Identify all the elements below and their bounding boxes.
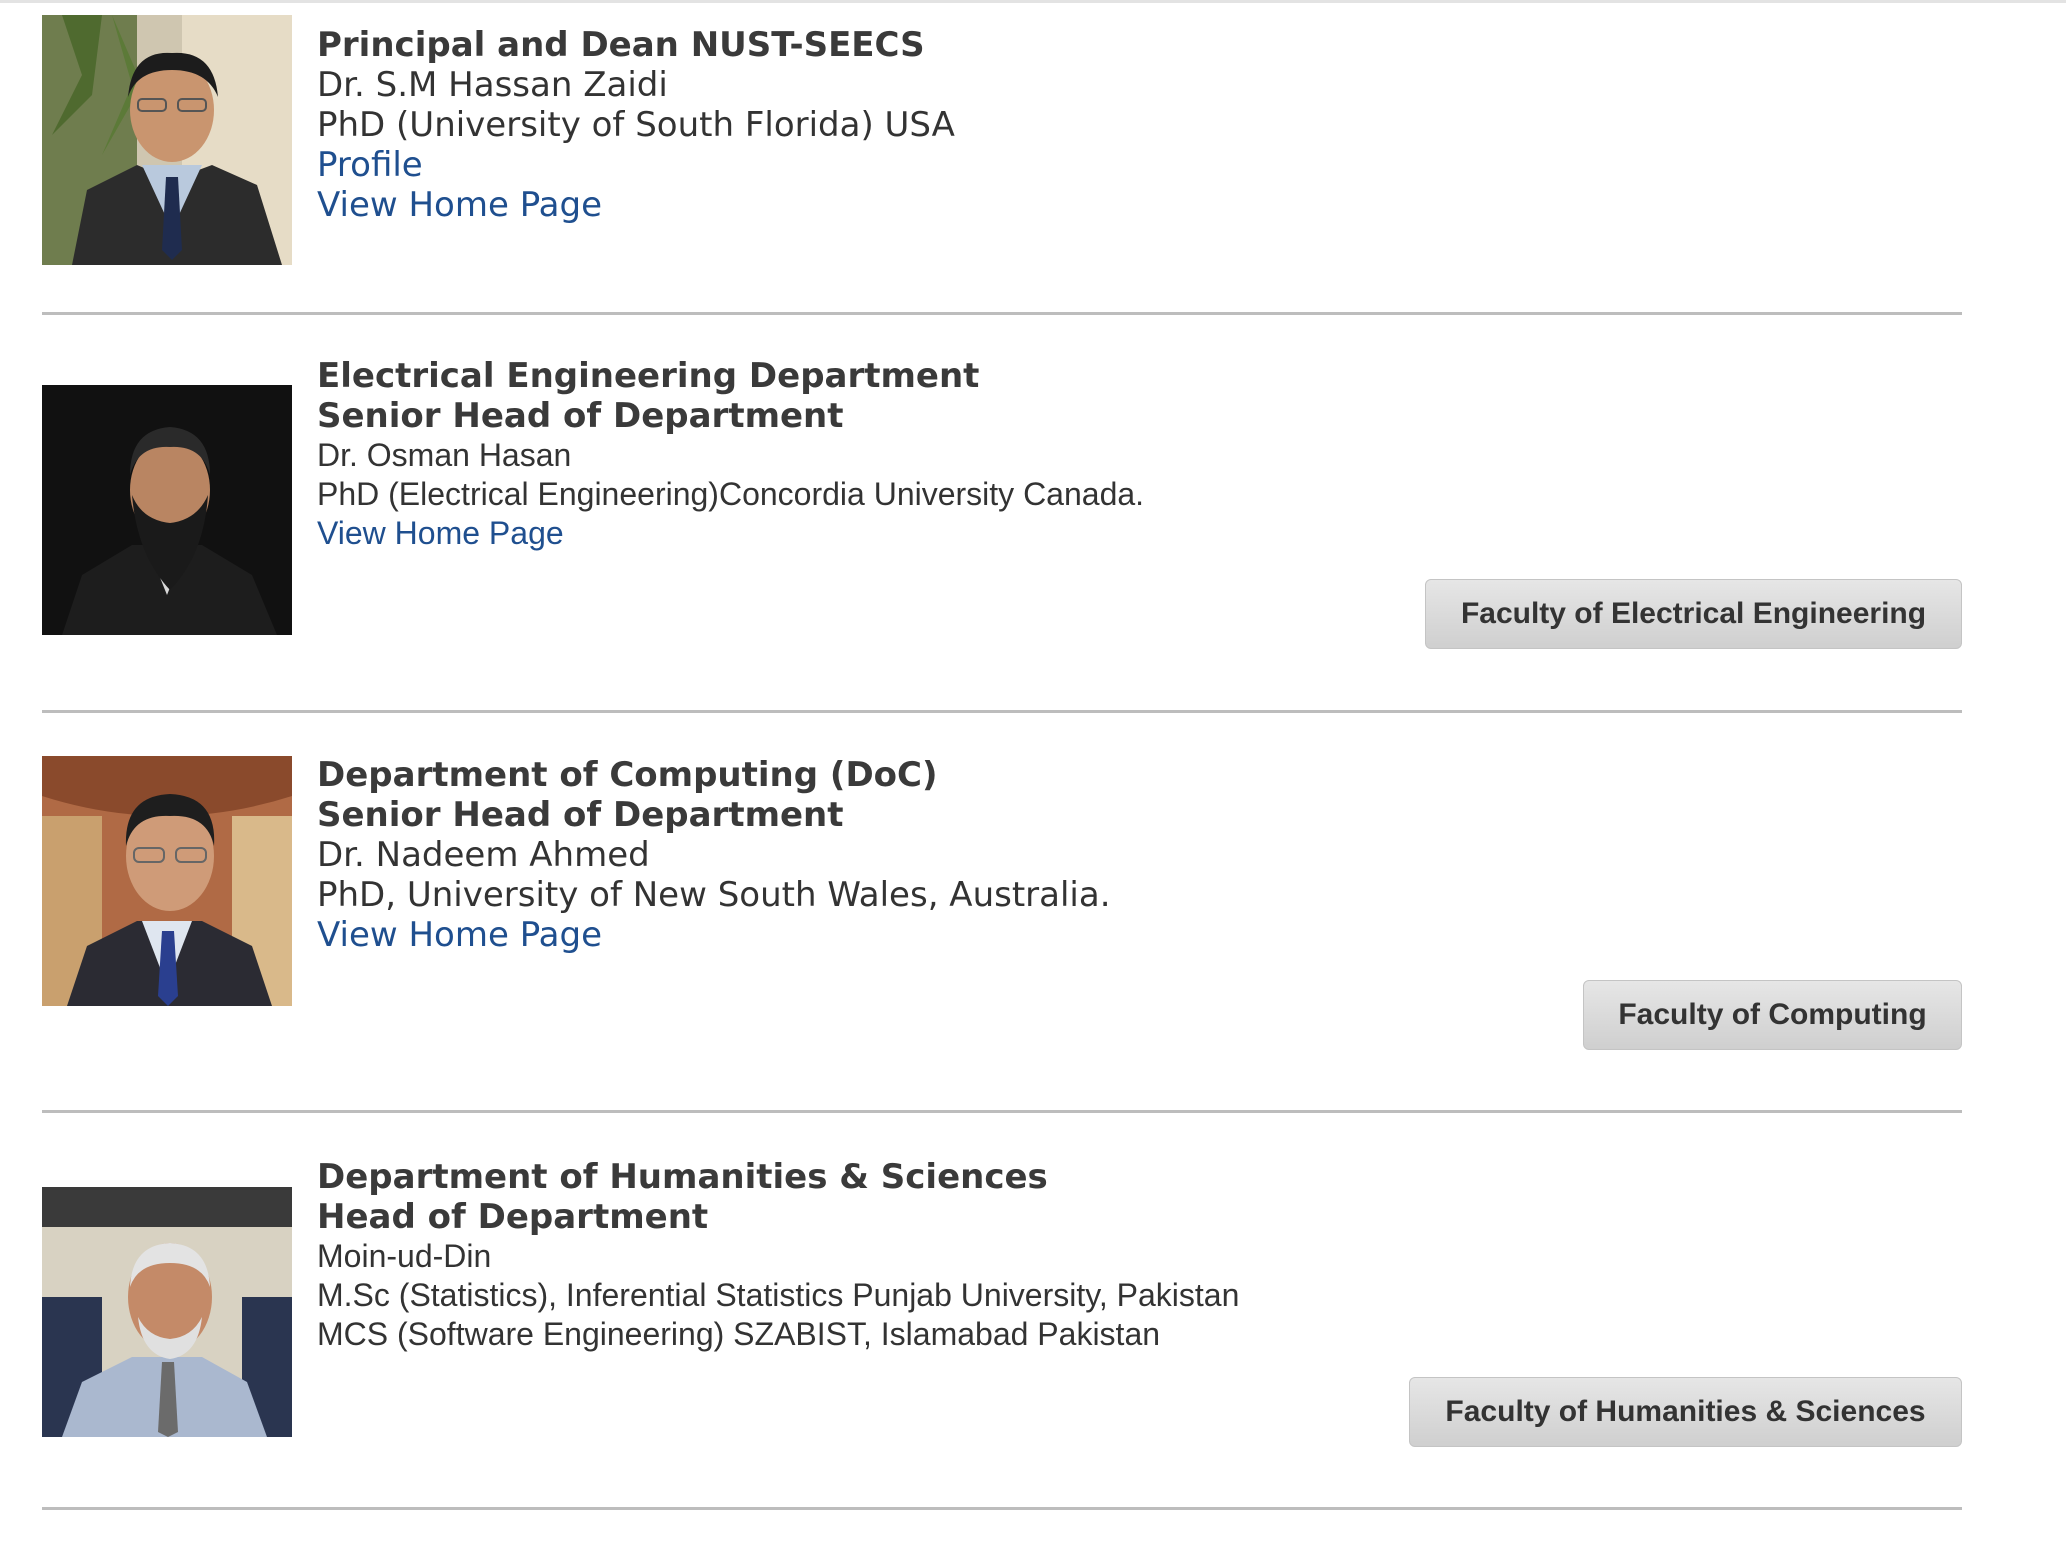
view-home-page-link[interactable]: View Home Page bbox=[317, 915, 1111, 955]
staff-degree: PhD, University of New South Wales, Aust… bbox=[317, 875, 1111, 915]
staff-position-title: Senior Head of Department bbox=[317, 795, 844, 835]
staff-info: Department of Humanities & Sciences Head… bbox=[317, 1157, 1239, 1354]
top-border bbox=[0, 0, 2066, 3]
view-home-page-link[interactable]: View Home Page bbox=[317, 514, 1144, 553]
staff-name: Dr. Nadeem Ahmed bbox=[317, 835, 650, 875]
staff-info: Department of Computing (DoC) Senior Hea… bbox=[317, 755, 1111, 955]
department-title: Electrical Engineering Department bbox=[317, 356, 980, 396]
separator bbox=[42, 710, 1962, 713]
staff-name: Dr. Osman Hasan bbox=[317, 437, 572, 473]
faculty-computing-button[interactable]: Faculty of Computing bbox=[1583, 980, 1962, 1050]
portrait-photo bbox=[42, 15, 292, 265]
staff-degree: M.Sc (Statistics), Inferential Statistic… bbox=[317, 1277, 1240, 1313]
staff-name: Dr. S.M Hassan Zaidi bbox=[317, 65, 668, 105]
staff-entry-computing: Department of Computing (DoC) Senior Hea… bbox=[42, 755, 1962, 1006]
separator bbox=[42, 312, 1962, 315]
separator bbox=[42, 1110, 1962, 1113]
separator bbox=[42, 1507, 1962, 1510]
staff-position-title: Principal and Dean NUST-SEECS bbox=[317, 25, 925, 65]
department-title: Department of Computing (DoC) bbox=[317, 755, 938, 795]
staff-position-title: Senior Head of Department bbox=[317, 396, 844, 436]
staff-name: Moin-ud-Din bbox=[317, 1238, 492, 1274]
staff-info: Principal and Dean NUST-SEECS Dr. S.M Ha… bbox=[317, 25, 955, 225]
department-title: Department of Humanities & Sciences bbox=[317, 1157, 1048, 1197]
view-home-page-link[interactable]: View Home Page bbox=[317, 185, 955, 225]
staff-entry-principal: Principal and Dean NUST-SEECS Dr. S.M Ha… bbox=[42, 15, 1962, 265]
staff-degree-secondary: MCS (Software Engineering) SZABIST, Isla… bbox=[317, 1316, 1161, 1352]
faculty-humanities-sciences-button[interactable]: Faculty of Humanities & Sciences bbox=[1409, 1377, 1962, 1447]
portrait-photo bbox=[42, 385, 292, 635]
staff-degree: PhD (University of South Florida) USA bbox=[317, 105, 955, 145]
staff-info: Electrical Engineering Department Senior… bbox=[317, 356, 1144, 553]
staff-degree: PhD (Electrical Engineering)Concordia Un… bbox=[317, 476, 1145, 512]
portrait-photo bbox=[42, 1187, 292, 1437]
profile-link[interactable]: Profile bbox=[317, 145, 955, 185]
faculty-electrical-engineering-button[interactable]: Faculty of Electrical Engineering bbox=[1425, 579, 1962, 649]
portrait-photo bbox=[42, 756, 292, 1006]
staff-position-title: Head of Department bbox=[317, 1197, 709, 1237]
